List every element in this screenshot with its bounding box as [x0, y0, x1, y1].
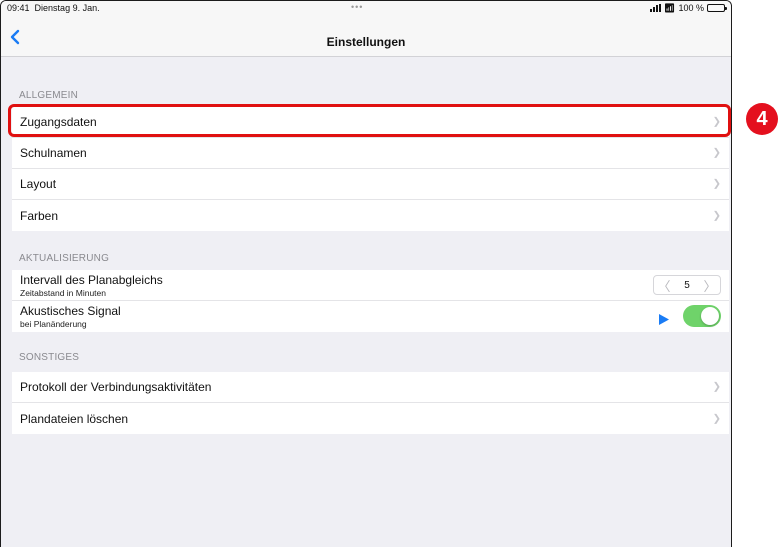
status-clock: 09:41: [7, 3, 30, 13]
interval-sublabel: Zeitabstand in Minuten: [20, 287, 106, 298]
chevron-right-icon: ❯: [712, 381, 721, 393]
group-aktualisierung: Intervall des Planabgleichs Zeitabstand …: [12, 270, 729, 332]
chevron-right-icon: ❯: [712, 178, 721, 190]
settings-item-label: Protokoll der Verbindungsaktivitäten: [20, 380, 212, 394]
settings-item-label: Farben: [20, 208, 59, 223]
settings-item-zugangsdaten[interactable]: Zugangsdaten ❯: [12, 107, 729, 138]
section-header-sonstiges: SONSTIGES: [19, 352, 80, 363]
status-time: 09:41 Dienstag 9. Jan.: [7, 3, 100, 13]
signal-label: Akustisches Signal: [20, 304, 121, 318]
settings-item-signal: Akustisches Signal bei Planänderung: [12, 301, 729, 332]
play-icon[interactable]: [659, 312, 669, 330]
chevron-right-icon: ❯: [712, 147, 721, 159]
chevron-right-icon: ❯: [712, 116, 721, 128]
signal-toggle[interactable]: [683, 305, 721, 327]
section-header-aktualisierung: AKTUALISIERUNG: [19, 253, 110, 264]
settings-screen: 09:41 Dienstag 9. Jan. ••• 📶︎ 100 % Eins…: [0, 0, 732, 547]
settings-item-interval: Intervall des Planabgleichs Zeitabstand …: [12, 270, 729, 301]
signal-icon: [650, 4, 662, 12]
settings-item-layout[interactable]: Layout ❯: [12, 169, 729, 200]
chevron-right-icon: ❯: [712, 210, 721, 221]
interval-stepper: 〈 5 〉: [653, 275, 721, 295]
interval-label: Intervall des Planabgleichs: [20, 272, 163, 287]
settings-item-schulnamen[interactable]: Schulnamen ❯: [12, 138, 729, 169]
multitasking-dots[interactable]: •••: [351, 2, 363, 12]
stepper-decrement-button[interactable]: 〈: [654, 276, 674, 294]
step-badge: 4: [746, 103, 778, 135]
settings-item-label: Plandateien löschen: [20, 411, 129, 426]
settings-item-farben[interactable]: Farben ❯: [12, 200, 729, 231]
group-allgemein: Zugangsdaten ❯ Schulnamen ❯ Layout ❯ Far…: [12, 107, 729, 231]
wifi-icon: 📶︎: [664, 3, 676, 13]
status-date: Dienstag 9. Jan.: [34, 3, 100, 13]
section-header-allgemein: ALLGEMEIN: [19, 90, 79, 101]
navigation-bar: Einstellungen: [1, 15, 731, 57]
stepper-increment-button[interactable]: 〉: [700, 276, 720, 294]
battery-icon: [707, 4, 727, 12]
settings-item-protokoll[interactable]: Protokoll der Verbindungsaktivitäten ❯: [12, 372, 729, 403]
signal-sublabel: bei Planänderung: [20, 319, 87, 329]
status-bar: 09:41 Dienstag 9. Jan. ••• 📶︎ 100 %: [1, 1, 731, 15]
settings-item-label: Schulnamen: [20, 146, 87, 160]
settings-item-plandateien-loeschen[interactable]: Plandateien löschen ❯: [12, 403, 729, 434]
status-indicators: 📶︎ 100 %: [650, 3, 727, 13]
toggle-knob: [701, 307, 719, 325]
page-title: Einstellungen: [326, 35, 406, 49]
group-sonstiges: Protokoll der Verbindungsaktivitäten ❯ P…: [12, 372, 729, 434]
settings-item-label: Zugangsdaten: [20, 115, 97, 129]
chevron-right-icon: ❯: [712, 413, 721, 424]
settings-item-label: Layout: [20, 177, 57, 191]
stepper-value: 5: [684, 279, 690, 291]
battery-percentage: 100 %: [678, 3, 704, 13]
